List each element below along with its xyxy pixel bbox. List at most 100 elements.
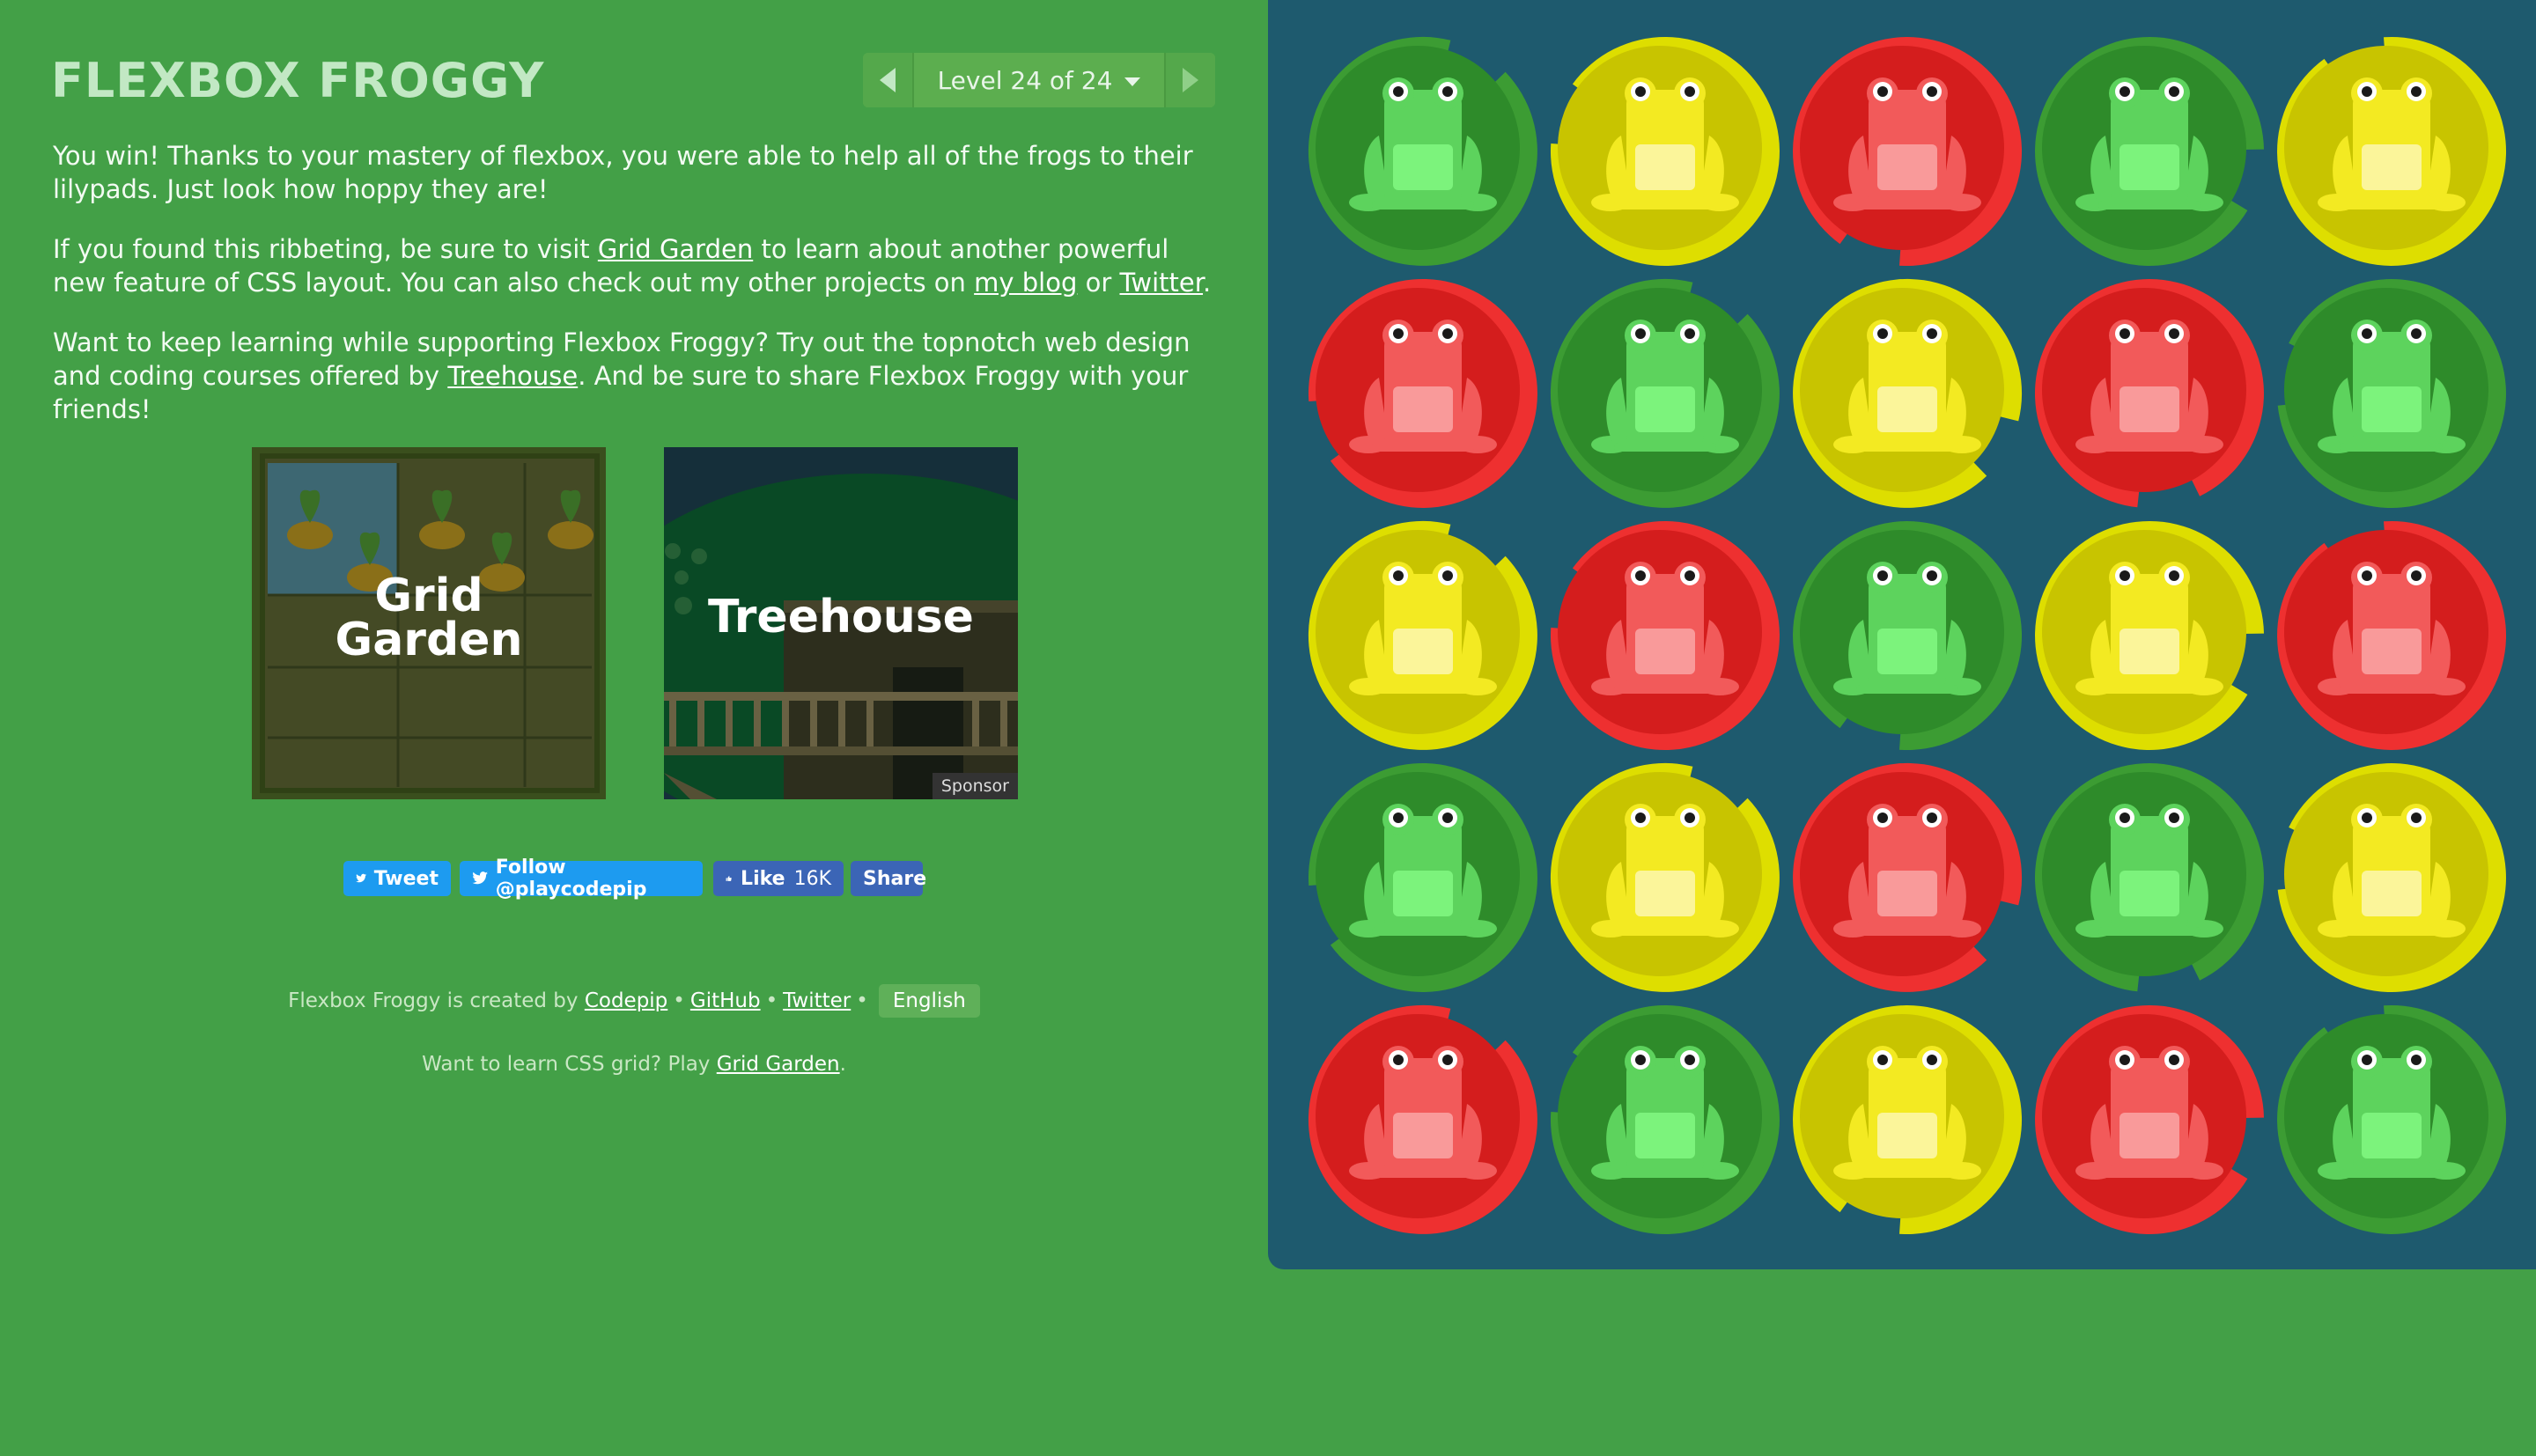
- lilypad-yellow: [2270, 756, 2513, 999]
- grid-garden-title-line1: Grid: [374, 570, 483, 622]
- lilypad-icon: [2034, 763, 2264, 992]
- level-navigation: Level 24 of 24: [863, 53, 1215, 107]
- lilypad-green: [2270, 272, 2513, 515]
- lilypad-green: [1786, 514, 2029, 757]
- lilypad-icon: [1308, 36, 1537, 266]
- blog-link[interactable]: my blog: [974, 268, 1077, 298]
- footer-period: .: [839, 1053, 846, 1076]
- lilypad-icon: [1793, 762, 2023, 992]
- codepip-link[interactable]: Codepip: [585, 989, 667, 1012]
- separator: •: [673, 989, 685, 1012]
- learn-grid-text: Want to learn CSS grid? Play: [422, 1053, 717, 1076]
- grid-garden-card-title: Grid Garden: [252, 570, 606, 666]
- previous-level-button[interactable]: [863, 53, 914, 107]
- arrow-right-icon: [1183, 68, 1198, 92]
- lilypad-icon: [1793, 521, 2023, 751]
- treehouse-card-title: Treehouse: [708, 591, 974, 643]
- lilypad-icon: [1793, 37, 2023, 267]
- twitter-link[interactable]: Twitter: [1119, 268, 1203, 298]
- lilypad-icon: [2034, 279, 2264, 508]
- caret-down-icon: [1124, 77, 1141, 86]
- follow-label: Follow @playcodepip: [495, 857, 647, 901]
- lilypad-icon: [1793, 1005, 2023, 1235]
- lilypad-red: [1301, 998, 1544, 1241]
- language-select[interactable]: English: [878, 984, 980, 1018]
- arrow-left-icon: [880, 68, 896, 92]
- p2-text-end: .: [1203, 268, 1212, 298]
- lilypad-icon: [1550, 521, 1780, 751]
- sponsor-paragraph: Want to keep learning while supporting F…: [53, 326, 1224, 426]
- lilypad-green: [1544, 272, 1787, 515]
- github-link[interactable]: GitHub: [690, 989, 761, 1012]
- like-button[interactable]: Like 16K: [713, 861, 844, 896]
- lilypad-icon: [2035, 520, 2264, 750]
- follow-button[interactable]: Follow @playcodepip: [460, 857, 703, 901]
- credits-text: Flexbox Froggy is created by: [288, 989, 585, 1012]
- lilypad-red: [2270, 514, 2513, 757]
- twitter-bird-icon: [472, 871, 488, 885]
- share-button[interactable]: Share: [851, 861, 927, 896]
- lilypad-yellow: [1544, 756, 1787, 999]
- p2-text-before: If you found this ribbeting, be sure to …: [53, 234, 598, 264]
- like-label: Like: [741, 867, 785, 890]
- lilypad-green: [2028, 756, 2271, 999]
- lilypad-yellow: [1301, 514, 1544, 757]
- twitter-bird-icon: [356, 873, 367, 883]
- lilypad-red: [1786, 756, 2029, 999]
- lilypad-green: [1301, 756, 1544, 999]
- lilypad-icon: [2035, 36, 2264, 266]
- lilypad-red: [2028, 998, 2271, 1241]
- lilypad-icon: [1550, 762, 1780, 992]
- share-label: Share: [863, 867, 927, 890]
- like-count: 16K: [793, 867, 831, 890]
- lilypad-red: [1786, 30, 2029, 273]
- instructions-panel: FLEXBOX FROGGY Level 24 of 24 You win! T…: [0, 0, 1268, 1456]
- lilypad-green: [2270, 998, 2513, 1241]
- grid-garden-link[interactable]: Grid Garden: [598, 234, 753, 264]
- lilypad-icon: [2277, 520, 2507, 750]
- level-text: Level 24 of 24: [937, 65, 1113, 95]
- pond-board: [1268, 0, 2536, 1269]
- lilypad-icon: [1550, 1005, 1780, 1235]
- lilypad-yellow: [2270, 30, 2513, 273]
- footer-grid-garden-link[interactable]: Grid Garden: [717, 1053, 840, 1076]
- lilypad-green: [2028, 30, 2271, 273]
- separator: •: [856, 989, 868, 1012]
- lilypad-icon: [2035, 1004, 2264, 1234]
- lilypad-icon: [2277, 763, 2506, 993]
- lilypad-icon: [2277, 279, 2506, 509]
- lilypad-yellow: [1786, 998, 2029, 1241]
- lilypad-icon: [1550, 37, 1780, 267]
- footer-twitter-link[interactable]: Twitter: [783, 989, 851, 1012]
- credits-footer: Flexbox Froggy is created by Codepip • Git…: [0, 984, 1268, 1018]
- win-message: You win! Thanks to your mastery of flexb…: [53, 141, 1193, 204]
- p2-text-or: or: [1077, 268, 1120, 298]
- lilypad-icon: [2277, 1004, 2507, 1234]
- app-title: FLEXBOX FROGGY: [51, 53, 545, 108]
- promo-paragraph: If you found this ribbeting, be sure to …: [53, 232, 1224, 299]
- lilypad-yellow: [1786, 272, 2029, 515]
- lilypad-green: [1301, 30, 1544, 273]
- lilypad-red: [1544, 514, 1787, 757]
- grid-garden-title-line2: Garden: [335, 614, 523, 666]
- lilypad-icon: [1550, 278, 1780, 508]
- lilypad-icon: [1308, 520, 1537, 750]
- separator: •: [765, 989, 778, 1012]
- lilypad-red: [1301, 272, 1544, 515]
- next-level-button[interactable]: [1164, 53, 1215, 107]
- lilypad-icon: [1308, 278, 1537, 508]
- lilypad-icon: [2277, 36, 2507, 266]
- lilypad-icon: [1308, 1004, 1537, 1234]
- level-indicator[interactable]: Level 24 of 24: [914, 53, 1164, 107]
- grid-garden-card[interactable]: Grid Garden: [252, 447, 606, 799]
- lilypad-icon: [1793, 278, 2023, 508]
- lilypad-icon: [1308, 762, 1537, 992]
- treehouse-link[interactable]: Treehouse: [447, 361, 578, 391]
- sponsor-badge: Sponsor: [932, 773, 1018, 799]
- treehouse-card[interactable]: Treehouse Sponsor: [664, 447, 1018, 799]
- tweet-button[interactable]: Tweet: [343, 861, 451, 896]
- lilypad-yellow: [2028, 514, 2271, 757]
- lilypad-green: [1544, 998, 1787, 1241]
- grid-garden-footer: Want to learn CSS grid? Play Grid Garden…: [0, 1053, 1268, 1076]
- lilypad-red: [2028, 272, 2271, 515]
